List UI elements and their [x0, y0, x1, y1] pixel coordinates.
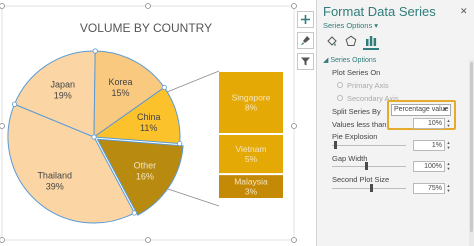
resize-handle-bottom[interactable]	[145, 237, 151, 243]
second-plot-size-slider-thumb[interactable]	[370, 184, 373, 192]
funnel-icon	[301, 57, 310, 66]
values-less-than-label: Values less than	[332, 120, 387, 129]
bar-chart-icon	[366, 35, 377, 46]
data-label-malaysia-name[interactable]: Malaysia	[234, 177, 268, 187]
data-label-other-name[interactable]: Other	[134, 160, 157, 170]
paintbrush-icon	[301, 36, 310, 45]
second-plot-size-spinner[interactable]: ▲ ▼	[445, 183, 452, 194]
data-label-thailand-name[interactable]: Thailand	[37, 170, 72, 180]
pie-plot[interactable]: Thailand39% Japan19% Korea15% China11% Other…	[7, 48, 184, 224]
tab-series-options[interactable]	[364, 34, 378, 47]
chart-area[interactable]: VOLUME BY COUNTRY Thailand 39% Japan 19% Kor…	[0, 0, 316, 246]
chart-title[interactable]: VOLUME BY COUNTRY	[80, 21, 212, 35]
pie-explosion-slider-thumb[interactable]	[334, 141, 337, 149]
resize-handle-top-right[interactable]	[291, 3, 297, 9]
secondary-bar-plot[interactable]: Singapore8% Vietnam5% Malaysia3%	[219, 72, 283, 198]
series-selection-handle-center[interactable]	[91, 134, 97, 140]
gap-width-label: Gap Width	[332, 154, 368, 163]
data-label-china-name[interactable]: China	[137, 112, 161, 122]
data-label-vietnam-value[interactable]: 5%	[245, 154, 258, 164]
pane-scroll-thumb[interactable]	[470, 62, 473, 232]
pie-explosion-spinner[interactable]: ▲ ▼	[445, 140, 452, 151]
resize-handle-right[interactable]	[291, 123, 297, 129]
chart-filters-button[interactable]	[297, 53, 314, 70]
gap-width-spinner[interactable]: ▲ ▼	[445, 161, 452, 172]
primary-axis-radio[interactable]	[337, 82, 343, 88]
fill-line-icon	[327, 35, 337, 46]
data-label-japan-value[interactable]: 19%	[54, 91, 72, 101]
series-selection-handle[interactable]	[11, 101, 18, 107]
chart-styles-button[interactable]	[297, 32, 314, 49]
split-series-by-value: Percentage value	[394, 106, 449, 113]
resize-handle-top-left[interactable]	[0, 3, 5, 9]
chart-canvas[interactable]: VOLUME BY COUNTRY Thailand39% Japan19% Kor…	[0, 0, 316, 246]
second-plot-size-label: Second Plot Size	[332, 175, 390, 184]
active-tab-indicator	[363, 48, 379, 50]
series-selection-handle[interactable]	[177, 140, 183, 147]
close-icon[interactable]: ✕	[460, 6, 468, 17]
data-label-malaysia-value[interactable]: 3%	[245, 187, 258, 197]
split-series-by-select[interactable]: Percentage value ▼	[391, 104, 451, 116]
values-less-than-input[interactable]: 10%	[413, 118, 445, 129]
plus-icon	[301, 15, 310, 24]
pie-explosion-label: Pie Explosion	[332, 132, 378, 141]
series-selection-handle[interactable]	[92, 48, 98, 54]
data-label-vietnam-name[interactable]: Vietnam	[235, 144, 266, 154]
plot-series-on-label: Plot Series On	[332, 68, 381, 77]
resize-handle-bottom-left[interactable]	[0, 237, 5, 243]
data-label-singapore-name[interactable]: Singapore	[232, 93, 271, 103]
secondary-axis-radio[interactable]	[337, 95, 343, 101]
second-plot-size-slider[interactable]	[332, 188, 406, 189]
primary-axis-label: Primary Axis	[347, 81, 389, 90]
series-options-section-header[interactable]: ◢ Series Options	[323, 56, 376, 64]
pie-explosion-input[interactable]: 1%	[413, 140, 445, 151]
pentagon-icon	[345, 35, 357, 46]
pane-title: Format Data Series	[323, 4, 436, 19]
pie-explosion-slider[interactable]	[332, 145, 406, 146]
resize-handle-left[interactable]	[0, 123, 5, 129]
gap-width-slider[interactable]	[332, 166, 406, 167]
gap-width-slider-thumb[interactable]	[365, 162, 368, 170]
data-label-china-value[interactable]: 11%	[140, 123, 157, 133]
data-label-singapore-value[interactable]: 8%	[245, 103, 258, 113]
series-selection-handle[interactable]	[131, 210, 137, 216]
resize-handle-bottom-right[interactable]	[291, 237, 297, 243]
values-less-than-spinner[interactable]: ▲ ▼	[445, 118, 452, 129]
format-data-series-pane: Format Data Series ✕ Series Options ▾ ◢ …	[316, 0, 474, 246]
series-selection-handle[interactable]	[161, 84, 167, 91]
second-plot-size-input[interactable]: 75%	[413, 183, 445, 194]
chevron-down-icon: ▼	[442, 107, 448, 113]
tab-fill-line[interactable]	[325, 34, 339, 47]
data-label-japan-name[interactable]: Japan	[50, 80, 75, 90]
split-series-by-label: Split Series By	[332, 107, 381, 116]
tab-effects[interactable]	[344, 34, 358, 47]
gap-width-input[interactable]: 100%	[413, 161, 445, 172]
data-label-korea-value[interactable]: 15%	[111, 88, 129, 98]
chart-elements-button[interactable]	[297, 11, 314, 28]
data-label-korea-name[interactable]: Korea	[108, 77, 132, 87]
data-label-thailand-value[interactable]: 39%	[46, 181, 64, 191]
data-label-other-value[interactable]: 16%	[136, 171, 154, 181]
resize-handle-top[interactable]	[145, 3, 151, 9]
series-options-dropdown[interactable]: Series Options ▾	[323, 21, 378, 30]
